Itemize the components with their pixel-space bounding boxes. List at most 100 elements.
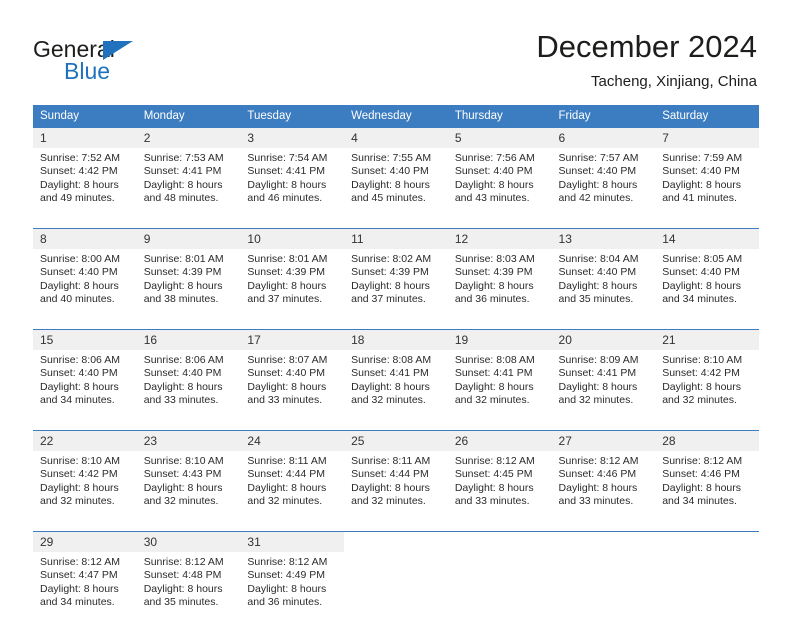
day-cell[interactable]: 27Sunrise: 8:12 AMSunset: 4:46 PMDayligh…	[552, 431, 656, 521]
sunset-text: Sunset: 4:42 PM	[40, 468, 131, 481]
day-cell[interactable]: 16Sunrise: 8:06 AMSunset: 4:40 PMDayligh…	[137, 330, 241, 420]
day-cell[interactable]: 2Sunrise: 7:53 AMSunset: 4:41 PMDaylight…	[137, 128, 241, 218]
daylight-text-line2: and 33 minutes.	[559, 495, 650, 508]
sunset-text: Sunset: 4:39 PM	[351, 266, 442, 279]
week-gap	[33, 318, 759, 330]
day-cell[interactable]: 15Sunrise: 8:06 AMSunset: 4:40 PMDayligh…	[33, 330, 137, 420]
sunrise-text: Sunrise: 8:03 AM	[455, 253, 546, 266]
day-cell[interactable]: 30Sunrise: 8:12 AMSunset: 4:48 PMDayligh…	[137, 532, 241, 621]
day-cell[interactable]: 3Sunrise: 7:54 AMSunset: 4:41 PMDaylight…	[240, 128, 344, 218]
day-cell[interactable]: 24Sunrise: 8:11 AMSunset: 4:44 PMDayligh…	[240, 431, 344, 521]
day-details: Sunrise: 8:09 AMSunset: 4:41 PMDaylight:…	[552, 350, 656, 408]
day-details: Sunrise: 8:11 AMSunset: 4:44 PMDaylight:…	[344, 451, 448, 509]
weekday-header-sunday: Sunday	[33, 105, 137, 128]
daylight-text-line2: and 32 minutes.	[247, 495, 338, 508]
daylight-text-line1: Daylight: 8 hours	[662, 280, 753, 293]
day-number: 1	[33, 128, 137, 148]
sunset-text: Sunset: 4:40 PM	[559, 266, 650, 279]
day-details: Sunrise: 8:01 AMSunset: 4:39 PMDaylight:…	[240, 249, 344, 307]
day-details: Sunrise: 8:00 AMSunset: 4:40 PMDaylight:…	[33, 249, 137, 307]
daylight-text-line1: Daylight: 8 hours	[662, 179, 753, 192]
day-cell[interactable]: 25Sunrise: 8:11 AMSunset: 4:44 PMDayligh…	[344, 431, 448, 521]
day-cell[interactable]: 31Sunrise: 8:12 AMSunset: 4:49 PMDayligh…	[240, 532, 344, 621]
day-number: 26	[448, 431, 552, 451]
daylight-text-line1: Daylight: 8 hours	[455, 381, 546, 394]
week-row: 1Sunrise: 7:52 AMSunset: 4:42 PMDaylight…	[33, 128, 759, 218]
daylight-text-line1: Daylight: 8 hours	[144, 381, 235, 394]
day-cell[interactable]: 7Sunrise: 7:59 AMSunset: 4:40 PMDaylight…	[655, 128, 759, 218]
day-cell[interactable]: 10Sunrise: 8:01 AMSunset: 4:39 PMDayligh…	[240, 229, 344, 319]
day-cell[interactable]: 26Sunrise: 8:12 AMSunset: 4:45 PMDayligh…	[448, 431, 552, 521]
day-cell[interactable]: 4Sunrise: 7:55 AMSunset: 4:40 PMDaylight…	[344, 128, 448, 218]
day-number: 5	[448, 128, 552, 148]
generalblue-logo[interactable]: General Blue	[33, 36, 243, 88]
day-cell[interactable]: 23Sunrise: 8:10 AMSunset: 4:43 PMDayligh…	[137, 431, 241, 521]
day-details: Sunrise: 7:53 AMSunset: 4:41 PMDaylight:…	[137, 148, 241, 206]
daylight-text-line1: Daylight: 8 hours	[351, 280, 442, 293]
day-details: Sunrise: 8:06 AMSunset: 4:40 PMDaylight:…	[137, 350, 241, 408]
sunrise-text: Sunrise: 8:00 AM	[40, 253, 131, 266]
day-details: Sunrise: 8:10 AMSunset: 4:42 PMDaylight:…	[33, 451, 137, 509]
day-number: 14	[655, 229, 759, 249]
daylight-text-line2: and 46 minutes.	[247, 192, 338, 205]
daylight-text-line2: and 42 minutes.	[559, 192, 650, 205]
day-details: Sunrise: 7:55 AMSunset: 4:40 PMDaylight:…	[344, 148, 448, 206]
daylight-text-line1: Daylight: 8 hours	[455, 179, 546, 192]
day-cell[interactable]: 6Sunrise: 7:57 AMSunset: 4:40 PMDaylight…	[552, 128, 656, 218]
daylight-text-line1: Daylight: 8 hours	[662, 381, 753, 394]
day-details: Sunrise: 8:03 AMSunset: 4:39 PMDaylight:…	[448, 249, 552, 307]
calendar-grid: Sunday Monday Tuesday Wednesday Thursday…	[33, 105, 759, 621]
sunset-text: Sunset: 4:43 PM	[144, 468, 235, 481]
day-cell[interactable]: 8Sunrise: 8:00 AMSunset: 4:40 PMDaylight…	[33, 229, 137, 319]
week-row: 22Sunrise: 8:10 AMSunset: 4:42 PMDayligh…	[33, 431, 759, 521]
daylight-text-line1: Daylight: 8 hours	[559, 280, 650, 293]
day-details: Sunrise: 8:08 AMSunset: 4:41 PMDaylight:…	[344, 350, 448, 408]
day-cell[interactable]: 17Sunrise: 8:07 AMSunset: 4:40 PMDayligh…	[240, 330, 344, 420]
daylight-text-line1: Daylight: 8 hours	[144, 482, 235, 495]
day-number: 4	[344, 128, 448, 148]
day-cell[interactable]: 1Sunrise: 7:52 AMSunset: 4:42 PMDaylight…	[33, 128, 137, 218]
day-number: 7	[655, 128, 759, 148]
day-details: Sunrise: 8:11 AMSunset: 4:44 PMDaylight:…	[240, 451, 344, 509]
daylight-text-line2: and 32 minutes.	[662, 394, 753, 407]
day-cell[interactable]: 19Sunrise: 8:08 AMSunset: 4:41 PMDayligh…	[448, 330, 552, 420]
day-cell[interactable]: 29Sunrise: 8:12 AMSunset: 4:47 PMDayligh…	[33, 532, 137, 621]
day-number: 23	[137, 431, 241, 451]
sunset-text: Sunset: 4:48 PM	[144, 569, 235, 582]
daylight-text-line1: Daylight: 8 hours	[144, 280, 235, 293]
day-cell[interactable]: 22Sunrise: 8:10 AMSunset: 4:42 PMDayligh…	[33, 431, 137, 521]
day-number: 6	[552, 128, 656, 148]
day-cell[interactable]: 14Sunrise: 8:05 AMSunset: 4:40 PMDayligh…	[655, 229, 759, 319]
sunset-text: Sunset: 4:40 PM	[662, 266, 753, 279]
day-cell[interactable]: 9Sunrise: 8:01 AMSunset: 4:39 PMDaylight…	[137, 229, 241, 319]
day-details: Sunrise: 8:12 AMSunset: 4:49 PMDaylight:…	[240, 552, 344, 610]
day-details: Sunrise: 8:10 AMSunset: 4:42 PMDaylight:…	[655, 350, 759, 408]
daylight-text-line2: and 32 minutes.	[144, 495, 235, 508]
day-cell[interactable]: 18Sunrise: 8:08 AMSunset: 4:41 PMDayligh…	[344, 330, 448, 420]
day-cell[interactable]: 20Sunrise: 8:09 AMSunset: 4:41 PMDayligh…	[552, 330, 656, 420]
sunset-text: Sunset: 4:46 PM	[559, 468, 650, 481]
day-cell[interactable]: 28Sunrise: 8:12 AMSunset: 4:46 PMDayligh…	[655, 431, 759, 521]
daylight-text-line1: Daylight: 8 hours	[247, 482, 338, 495]
day-cell[interactable]: 21Sunrise: 8:10 AMSunset: 4:42 PMDayligh…	[655, 330, 759, 420]
sunrise-text: Sunrise: 8:12 AM	[247, 556, 338, 569]
calendar-body: 1 Sunrise: 7:52 AM Sunset: 4:42 PM Daylight…	[33, 128, 759, 621]
day-number: 2	[137, 128, 241, 148]
day-cell[interactable]: 11Sunrise: 8:02 AMSunset: 4:39 PMDayligh…	[344, 229, 448, 319]
day-cell[interactable]: 13Sunrise: 8:04 AMSunset: 4:40 PMDayligh…	[552, 229, 656, 319]
daylight-text-line1: Daylight: 8 hours	[559, 482, 650, 495]
weekday-header-tuesday: Tuesday	[240, 105, 344, 128]
day-details: Sunrise: 8:12 AMSunset: 4:46 PMDaylight:…	[552, 451, 656, 509]
daylight-text-line1: Daylight: 8 hours	[247, 583, 338, 596]
sunrise-text: Sunrise: 7:52 AM	[40, 152, 131, 165]
weekday-header-thursday: Thursday	[448, 105, 552, 128]
day-details: Sunrise: 7:57 AMSunset: 4:40 PMDaylight:…	[552, 148, 656, 206]
day-number: 28	[655, 431, 759, 451]
day-cell[interactable]: 12Sunrise: 8:03 AMSunset: 4:39 PMDayligh…	[448, 229, 552, 319]
sunrise-text: Sunrise: 8:12 AM	[559, 455, 650, 468]
sunrise-text: Sunrise: 8:08 AM	[455, 354, 546, 367]
day-cell[interactable]: 5Sunrise: 7:56 AMSunset: 4:40 PMDaylight…	[448, 128, 552, 218]
sunset-text: Sunset: 4:40 PM	[247, 367, 338, 380]
daylight-text-line1: Daylight: 8 hours	[455, 280, 546, 293]
sunset-text: Sunset: 4:41 PM	[144, 165, 235, 178]
